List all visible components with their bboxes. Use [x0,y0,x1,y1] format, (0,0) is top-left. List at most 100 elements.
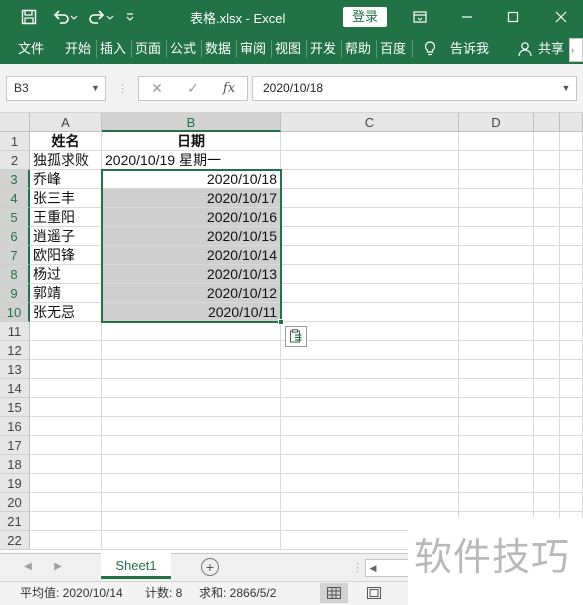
cell-e4[interactable] [534,189,560,208]
cell-f8[interactable] [560,265,583,284]
row-header-15[interactable]: 15 [0,398,30,417]
cell-f10[interactable] [560,303,583,322]
tab-data[interactable]: 数据 [205,34,233,64]
row-header-20[interactable]: 20 [0,493,30,512]
cell-f11[interactable] [560,322,583,341]
undo-icon[interactable] [50,6,80,28]
share-button[interactable]: 共享 [538,34,568,64]
row-header-10[interactable]: 10 [0,303,30,322]
cell-d3[interactable] [459,170,534,189]
cell-a13[interactable] [30,360,102,379]
cell-b2[interactable]: 2020/10/19 星期一 [102,151,281,170]
cell-c2[interactable] [281,151,459,170]
row-header-3[interactable]: 3 [0,170,30,189]
cell-a10[interactable]: 张无忌 [30,303,102,322]
row-header-5[interactable]: 5 [0,208,30,227]
cell-a5[interactable]: 王重阳 [30,208,102,227]
tab-developer[interactable]: 开发 [310,34,338,64]
tab-file[interactable]: 文件 [18,34,46,64]
row-header-1[interactable]: 1 [0,132,30,151]
cell-b3[interactable]: 2020/10/18 [102,170,281,189]
cell-c11[interactable] [281,322,459,341]
cell-e19[interactable] [534,474,560,493]
cell-e15[interactable] [534,398,560,417]
cell-f3[interactable] [560,170,583,189]
cell-f15[interactable] [560,398,583,417]
tab-insert[interactable]: 插入 [100,34,128,64]
splitter-dots-icon[interactable]: ⋮ [117,80,128,98]
column-header-f[interactable] [560,113,583,132]
cell-c10[interactable] [281,303,459,322]
cell-c1[interactable] [281,132,459,151]
cell-d20[interactable] [459,493,534,512]
name-box-dropdown-icon[interactable]: ▼ [91,76,105,101]
tab-view[interactable]: 视图 [275,34,303,64]
row-header-18[interactable]: 18 [0,455,30,474]
column-header-c[interactable]: C [281,113,459,132]
cell-a9[interactable]: 郭靖 [30,284,102,303]
fill-handle[interactable] [278,319,284,325]
cell-b4[interactable]: 2020/10/17 [102,189,281,208]
cell-d7[interactable] [459,246,534,265]
cell-a17[interactable] [30,436,102,455]
cell-c19[interactable] [281,474,459,493]
cell-b10[interactable]: 2020/10/11 [102,303,281,322]
column-header-a[interactable]: A [30,113,102,132]
cell-b20[interactable] [102,493,281,512]
cell-c14[interactable] [281,379,459,398]
tab-splitter-icon[interactable]: ⋮ [352,560,363,576]
cell-f6[interactable] [560,227,583,246]
cell-c9[interactable] [281,284,459,303]
cell-a14[interactable] [30,379,102,398]
cell-c12[interactable] [281,341,459,360]
cell-f16[interactable] [560,417,583,436]
cancel-icon[interactable]: ✕ [145,76,169,101]
row-header-21[interactable]: 21 [0,512,30,531]
cell-e14[interactable] [534,379,560,398]
cell-e12[interactable] [534,341,560,360]
cell-a21[interactable] [30,512,102,531]
cell-c18[interactable] [281,455,459,474]
cell-a1[interactable]: 姓名 [30,132,102,151]
sheet-tab-sheet1[interactable]: Sheet1 [101,553,171,579]
cell-d19[interactable] [459,474,534,493]
lightbulb-icon[interactable] [424,34,440,64]
cell-b7[interactable]: 2020/10/14 [102,246,281,265]
scroll-left-icon[interactable]: ◀ [366,560,380,576]
cell-e20[interactable] [534,493,560,512]
tab-formulas[interactable]: 公式 [170,34,198,64]
cell-a7[interactable]: 欧阳锋 [30,246,102,265]
cell-f1[interactable] [560,132,583,151]
cell-f2[interactable] [560,151,583,170]
cell-b16[interactable] [102,417,281,436]
expand-formula-bar-icon[interactable]: ▼ [556,76,576,101]
cell-c8[interactable] [281,265,459,284]
cell-d4[interactable] [459,189,534,208]
insert-function-icon[interactable]: fx [217,76,241,101]
cell-b22[interactable] [102,531,281,550]
cell-b12[interactable] [102,341,281,360]
cell-e2[interactable] [534,151,560,170]
cell-d5[interactable] [459,208,534,227]
column-header-b[interactable]: B [102,113,281,132]
ribbon-display-options-icon[interactable] [408,6,432,28]
cell-b6[interactable]: 2020/10/15 [102,227,281,246]
tab-review[interactable]: 审阅 [240,34,268,64]
row-header-8[interactable]: 8 [0,265,30,284]
cell-d12[interactable] [459,341,534,360]
cell-e10[interactable] [534,303,560,322]
cell-c17[interactable] [281,436,459,455]
cell-b17[interactable] [102,436,281,455]
cell-a3[interactable]: 乔峰 [30,170,102,189]
cell-b13[interactable] [102,360,281,379]
row-header-4[interactable]: 4 [0,189,30,208]
cell-d8[interactable] [459,265,534,284]
cell-d14[interactable] [459,379,534,398]
cell-f17[interactable] [560,436,583,455]
row-header-12[interactable]: 12 [0,341,30,360]
maximize-icon[interactable] [502,6,524,28]
cell-f12[interactable] [560,341,583,360]
cell-d11[interactable] [459,322,534,341]
tab-help[interactable]: 帮助 [345,34,373,64]
cell-b15[interactable] [102,398,281,417]
